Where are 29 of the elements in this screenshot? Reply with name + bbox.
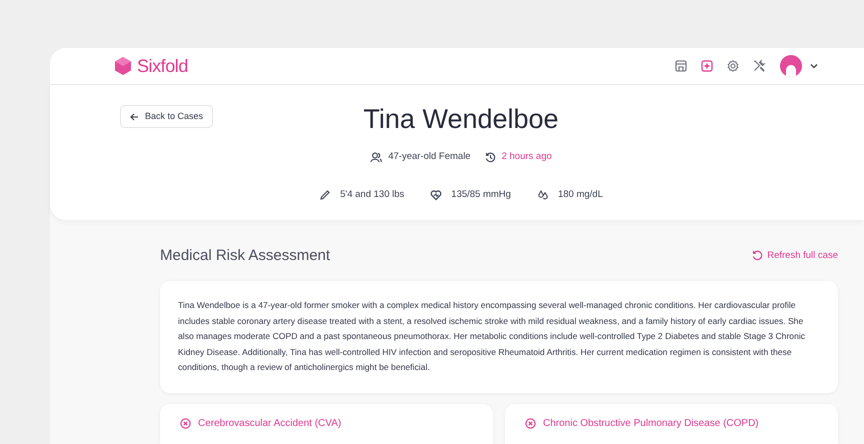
section-title: Medical Risk Assessment [160,246,330,266]
history-icon [484,152,496,163]
back-button[interactable]: Back to Cases [120,105,214,128]
people-icon [370,152,382,163]
settings-icon[interactable] [726,59,740,74]
demographic-text: 47-year-old Female [388,150,471,164]
condition-title: Cerebrovascular Accident (CVA) [198,417,342,430]
x-circle-icon [525,418,536,429]
condition-title: Chronic Obstructive Pulmonary Disease (COPD) [543,417,759,430]
building-icon[interactable] [674,59,688,74]
drops-icon [536,188,549,201]
avatar[interactable] [780,55,802,78]
x-circle-icon [180,418,191,429]
vital-text: 180 mg/dL [558,188,603,202]
chevron-down-icon[interactable] [810,63,818,70]
patient-name: Tina Wendelboe [363,103,559,136]
updated-time: 2 hours ago [502,150,552,164]
vital-text: 5'4 and 130 lbs [340,188,404,202]
heart-pulse-icon [430,188,442,201]
medical-cross-icon[interactable] [700,59,714,74]
tools-icon[interactable] [752,59,766,74]
pencil-icon [319,188,332,201]
hexagon-logo-icon [113,56,133,76]
refresh-link[interactable]: Refresh full case [752,248,838,263]
summary-text: Tina Wendelboe is a 47-year-old former smoker with a complex medical history encompassing several well-managed chronic conditions. Her cardiovascular profile includes stable coronary artery disease treated with a stent, a resolved ischemic stroke with mild residual weakness, and a family history of early cardiac issues. She also manages moderate COPD and a past spontaneous pneumothorax. Her metabolic conditions include well-controlled Type 2 Diabetes and stable Stage 3 Chronic Kidney Disease. Additionally, Tina has well-controlled HIV infection and seropositive Rheumatoid Arthritis. Her current medication regimen is consistent with these conditions, though a review of anticholinergics might be beneficial. [178,299,806,374]
arrow-left-icon [130,112,139,121]
vital-text: 135/85 mmHg [451,188,511,202]
refresh-icon [752,250,764,262]
logo-text: Sixfold [137,54,188,78]
